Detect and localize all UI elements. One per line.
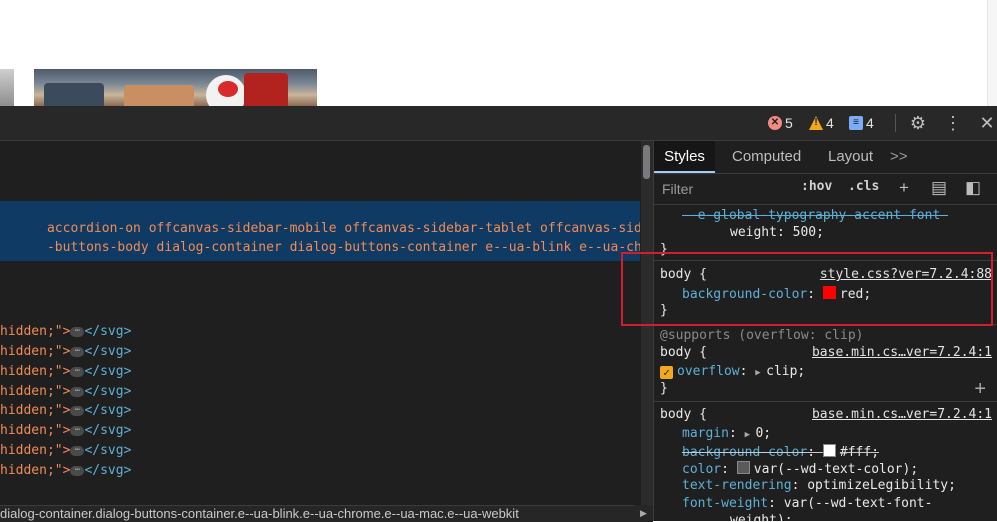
paint-brush-icon[interactable]: ▤ xyxy=(929,177,949,199)
warning-count: 4 xyxy=(826,115,834,131)
settings-gear-icon[interactable]: ⚙ xyxy=(907,112,929,134)
rule-divider xyxy=(654,401,997,402)
property-value[interactable]: weight: 500; xyxy=(730,225,824,240)
message-icon: ≡ xyxy=(849,116,863,130)
selected-node-classes-line2[interactable]: -buttons-body dialog-container dialog-bu… xyxy=(0,225,640,270)
warning-count-badge[interactable]: ! 4 xyxy=(809,114,834,132)
warning-icon: ! xyxy=(809,116,823,130)
collapsed-ellipsis-icon[interactable]: ⋯ xyxy=(70,366,85,377)
highlight-annotation-box xyxy=(621,252,993,326)
more-options-icon[interactable]: ⋮ xyxy=(942,112,964,134)
rule-close-brace: } xyxy=(660,381,668,396)
hover-state-toggle[interactable]: :hov xyxy=(801,179,832,194)
collapsed-ellipsis-icon[interactable]: ⋯ xyxy=(70,445,85,456)
at-rule-condition: @supports (overflow: clip) xyxy=(660,328,864,343)
elements-tree: accordion-on offcanvas-sidebar-mobile of… xyxy=(0,141,640,507)
svg-node[interactable]: hidden;"> ⋯ </svg> xyxy=(0,443,131,458)
color-swatch[interactable] xyxy=(736,461,750,474)
new-style-rule-icon[interactable]: + xyxy=(894,177,914,199)
error-icon: ✕ xyxy=(768,116,782,130)
style-declaration[interactable]: margin: ▶ 0; xyxy=(682,426,771,441)
style-declaration[interactable]: text-rendering: optimizeLegibility; xyxy=(682,478,956,493)
collapsed-ellipsis-icon[interactable]: ⋯ xyxy=(70,346,85,357)
property-value-wrap: weight); xyxy=(730,513,793,521)
expand-arrow-icon[interactable]: ▶ xyxy=(755,368,766,378)
message-count-badge[interactable]: ≡ 4 xyxy=(849,114,874,132)
styles-pane: Styles Computed Layout >> :hov .cls + ▤ … xyxy=(653,141,997,521)
style-declaration[interactable]: ✓ overflow: ▶ clip; xyxy=(660,364,805,379)
property-name[interactable]: --e-global-typography-accent-font- xyxy=(682,208,948,223)
rule-selector[interactable]: body { xyxy=(660,407,707,422)
close-icon[interactable]: ✕ xyxy=(976,112,997,134)
style-declaration-overridden[interactable]: background-color: #fff; xyxy=(682,444,879,460)
svg-node[interactable]: hidden;"> ⋯ </svg> xyxy=(0,463,131,478)
message-count: 4 xyxy=(866,115,874,131)
breadcrumb-scroll-right-icon[interactable]: ▶ xyxy=(634,505,653,521)
svg-node[interactable]: hidden;"> ⋯ </svg> xyxy=(0,344,131,359)
collapsed-ellipsis-icon[interactable]: ⋯ xyxy=(70,425,85,436)
toolbar-divider xyxy=(895,114,896,132)
devtools-toolbar: ✕ 5 ! 4 ≡ 4 ⚙ ⋮ ✕ xyxy=(0,106,997,141)
tab-styles[interactable]: Styles xyxy=(654,141,715,173)
rule-source-link[interactable]: base.min.cs…ver=7.2.4:1 xyxy=(812,407,992,422)
collapsed-ellipsis-icon[interactable]: ⋯ xyxy=(70,465,85,476)
style-declaration[interactable]: font-weight: var(--wd-text-font- xyxy=(682,496,932,511)
tab-layout[interactable]: Layout xyxy=(828,141,873,173)
page-scrollbar[interactable] xyxy=(987,0,997,106)
sidebar-tabs: Styles Computed Layout >> xyxy=(654,141,997,174)
collapsed-ellipsis-icon[interactable]: ⋯ xyxy=(70,326,85,337)
svg-node[interactable]: hidden;"> ⋯ </svg> xyxy=(0,403,131,418)
breadcrumb-path[interactable]: dialog-container.dialog-buttons-containe… xyxy=(0,506,519,521)
race-photo[interactable] xyxy=(34,69,317,106)
class-toggle[interactable]: .cls xyxy=(848,179,879,194)
toggle-sidebar-icon[interactable]: ◧ xyxy=(963,177,983,199)
collapsed-ellipsis-icon[interactable]: ⋯ xyxy=(70,405,85,416)
breadcrumb[interactable]: dialog-container.dialog-buttons-containe… xyxy=(0,505,653,522)
error-count: 5 xyxy=(785,115,793,131)
property-checkbox[interactable]: ✓ xyxy=(660,366,673,379)
more-tabs-icon[interactable]: >> xyxy=(890,141,908,173)
rule-selector[interactable]: body { xyxy=(660,345,707,360)
add-property-icon[interactable]: + xyxy=(974,378,986,401)
styles-filter-bar: :hov .cls + ▤ ◧ xyxy=(654,174,997,205)
color-swatch[interactable] xyxy=(822,444,836,457)
image-thumbnail[interactable] xyxy=(0,69,14,106)
style-declaration[interactable]: color: var(--wd-text-color); xyxy=(682,461,918,477)
tab-computed[interactable]: Computed xyxy=(732,141,801,173)
expand-arrow-icon[interactable]: ▶ xyxy=(745,430,756,440)
svg-node[interactable]: hidden;"> ⋯ </svg> xyxy=(0,384,131,399)
filter-input[interactable] xyxy=(658,178,796,200)
webpage-viewport xyxy=(0,0,997,106)
scrollbar-thumb[interactable] xyxy=(643,145,650,179)
svg-node[interactable]: hidden;"> ⋯ </svg> xyxy=(0,324,131,339)
collapsed-ellipsis-icon[interactable]: ⋯ xyxy=(70,386,85,397)
error-count-badge[interactable]: ✕ 5 xyxy=(768,114,793,132)
svg-node[interactable]: hidden;"> ⋯ </svg> xyxy=(0,423,131,438)
svg-node[interactable]: hidden;"> ⋯ </svg> xyxy=(0,364,131,379)
rule-source-link[interactable]: base.min.cs…ver=7.2.4:1 xyxy=(812,345,992,360)
